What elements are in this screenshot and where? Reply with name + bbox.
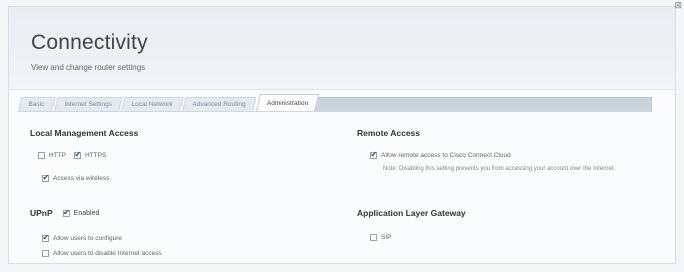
tab-advanced-routing[interactable]: Advanced Routing [182, 97, 258, 111]
remote-access-note: Note: Disabling this setting prevents yo… [383, 166, 616, 172]
http-label: HTTP [49, 152, 66, 159]
tab-label: Basic [28, 101, 45, 108]
sip-checkbox[interactable] [370, 234, 377, 241]
http-checkbox[interactable] [38, 152, 45, 159]
sip-label: SIP [381, 234, 392, 241]
remote-access-title: Remote Access [357, 128, 420, 138]
tab-label: Advanced Routing [192, 101, 247, 108]
allow-disable-internet-checkbox[interactable] [42, 250, 49, 257]
cloud-access-checkbox[interactable] [370, 150, 377, 159]
close-icon[interactable]: ⊠ [674, 0, 682, 11]
tab-label: Local Network [131, 101, 173, 108]
configure-option: Allow users to configure [42, 233, 123, 242]
tab-bar: Basic Internet Settings Local Network Ad… [18, 94, 652, 111]
page-title: Connectivity [31, 31, 148, 54]
tab-administration[interactable]: Administration [255, 94, 319, 111]
tab-label: Administration [266, 100, 308, 107]
page-subtitle: View and change router settings [31, 63, 146, 72]
allow-configure-checkbox[interactable] [42, 233, 49, 242]
local-management-title: Local Management Access [30, 128, 139, 138]
upnp-row: UPnP Enabled [30, 208, 100, 219]
divider [18, 111, 652, 112]
tab-basic[interactable]: Basic [18, 97, 56, 111]
tab-internet-settings[interactable]: Internet Settings [53, 97, 123, 111]
disable-internet-option: Allow users to disable Internet access [42, 250, 162, 257]
wireless-access-checkbox[interactable] [42, 173, 49, 182]
upnp-enabled-checkbox[interactable] [62, 208, 70, 217]
alg-title: Application Layer Gateway [357, 208, 466, 218]
upnp-title: UPnP [30, 208, 53, 218]
sip-option: SIP [370, 234, 391, 241]
tab-local-network[interactable]: Local Network [121, 97, 184, 111]
tab-label: Internet Settings [64, 101, 112, 108]
upnp-enabled-label: Enabled [73, 209, 100, 217]
cloud-option: Allow remote access to Cisco Connect Clo… [370, 150, 511, 159]
tab-bar-fill [314, 97, 652, 111]
https-checkbox[interactable] [73, 150, 81, 159]
allow-configure-label: Allow users to configure [53, 235, 123, 242]
page-header: Connectivity View and change router sett… [9, 7, 675, 90]
allow-disable-internet-label: Allow users to disable Internet access [53, 250, 162, 257]
https-label: HTTPS [84, 152, 107, 159]
http-option: HTTP HTTPS [38, 150, 107, 159]
cloud-access-label: Allow remote access to Cisco Connect Clo… [381, 152, 511, 159]
wireless-access-label: Access via wireless [53, 175, 110, 182]
wireless-option: Access via wireless [42, 173, 110, 182]
